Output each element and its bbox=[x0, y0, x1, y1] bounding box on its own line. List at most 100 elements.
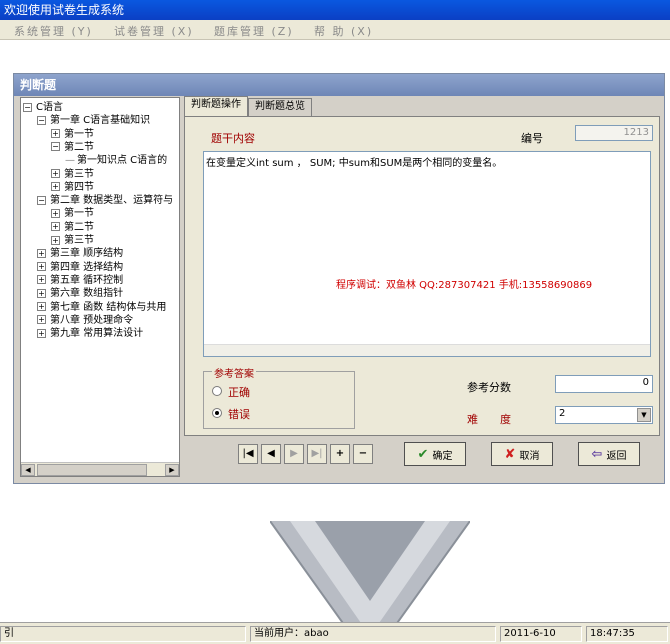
tree-item[interactable]: + 第四节 bbox=[51, 181, 94, 194]
tree-item[interactable]: + 第三章 顺序结构 bbox=[37, 247, 123, 260]
collapse-icon[interactable]: − bbox=[37, 115, 46, 125]
radio-correct[interactable] bbox=[212, 386, 222, 396]
expand-icon[interactable]: + bbox=[37, 275, 46, 285]
expand-icon[interactable]: + bbox=[51, 222, 60, 232]
menu-exam[interactable]: 试卷管理 (X) bbox=[114, 23, 194, 39]
status-date: 2011-6-10 bbox=[500, 626, 582, 642]
tree-item-label: C语言 bbox=[36, 102, 63, 113]
tree-item-label: 第一知识点 C语言的 bbox=[77, 155, 168, 167]
tab-operation[interactable]: 判断题操作 bbox=[184, 96, 248, 117]
tree-item-label: 第九章 常用算法设计 bbox=[50, 328, 144, 340]
tree-item[interactable]: + 第一节 bbox=[51, 207, 94, 220]
tree-item-label: 第七章 函数 结构体与共用 bbox=[50, 301, 167, 313]
question-text-area[interactable]: 在变量定义int sum ， SUM; 中sum和SUM是两个相同的变量名。 程… bbox=[203, 151, 651, 357]
expand-icon[interactable]: + bbox=[51, 182, 60, 192]
tree-item[interactable]: — 第一知识点 C语言的 bbox=[65, 154, 167, 167]
difficulty-label: 难 度 bbox=[467, 413, 511, 426]
tree-item[interactable]: + 第七章 函数 结构体与共用 bbox=[37, 301, 166, 314]
scroll-left-icon[interactable]: ◀ bbox=[21, 464, 35, 476]
tree-item[interactable]: − C语言 bbox=[23, 101, 63, 114]
tree-item-label: 第二节 bbox=[64, 221, 94, 233]
next-record-button[interactable]: ▶ bbox=[284, 444, 304, 464]
tree-item-label: 第二节 bbox=[64, 141, 94, 153]
collapse-icon[interactable]: − bbox=[23, 102, 32, 112]
tree-item[interactable]: + 第二节 bbox=[51, 221, 94, 234]
check-icon: ✔ bbox=[417, 446, 429, 462]
tree-item[interactable]: − 第一章 C语言基础知识 bbox=[37, 114, 150, 127]
expand-icon[interactable]: + bbox=[37, 315, 46, 325]
answer-group-title: 参考答案 bbox=[212, 365, 256, 380]
expand-icon[interactable]: + bbox=[51, 169, 60, 178]
tree-item-label: 第四章 选择结构 bbox=[50, 261, 124, 273]
last-record-button[interactable]: ▶| bbox=[307, 444, 327, 464]
tree-item[interactable]: + 第六章 数组指针 bbox=[37, 287, 123, 300]
status-time: 18:47:35 bbox=[586, 626, 668, 642]
expand-icon[interactable]: + bbox=[37, 262, 46, 272]
tree-item-label: 第六章 数组指针 bbox=[50, 288, 124, 300]
tree-item-label: 第二章 数据类型、运算符与 bbox=[50, 195, 174, 207]
tree-item[interactable]: + 第四章 选择结构 bbox=[37, 261, 123, 274]
tree-item-label: 第三章 顺序结构 bbox=[50, 248, 124, 260]
app-title-bar: 欢迎使用试卷生成系统 bbox=[0, 0, 670, 20]
menu-help[interactable]: 帮 助 (X) bbox=[314, 23, 373, 39]
tree-horizontal-scrollbar[interactable]: ◀ ▶ bbox=[21, 462, 179, 476]
textarea-scrollbar[interactable] bbox=[204, 344, 650, 356]
true-false-dialog: 判断题 − C语言 − 第一章 C语言基础知识 + 第一节 − 第二节 — 第一知识点 C语言的 +… bbox=[13, 73, 665, 484]
status-bar: 引 当前用户：abao 2011-6-10 18:47:35 bbox=[0, 622, 670, 644]
expand-icon[interactable]: + bbox=[51, 208, 60, 218]
cancel-button[interactable]: ✘ 取消 bbox=[491, 442, 553, 466]
menu-question-bank[interactable]: 题库管理 (Z) bbox=[214, 23, 294, 39]
add-record-button[interactable]: + bbox=[330, 444, 350, 464]
collapse-icon[interactable]: − bbox=[37, 195, 46, 205]
record-navigator: |◀ ◀ ▶ ▶| + − bbox=[238, 444, 374, 464]
tab-overview[interactable]: 判断题总览 bbox=[248, 98, 312, 116]
expand-icon[interactable]: + bbox=[37, 302, 46, 311]
chapter-tree[interactable]: − C语言 − 第一章 C语言基础知识 + 第一节 − 第二节 — 第一知识点 C语言的 + 第三节 +… bbox=[20, 97, 180, 477]
tree-item[interactable]: + 第三节 bbox=[51, 168, 94, 181]
stem-label: 题干内容 bbox=[211, 132, 255, 145]
tree-item[interactable]: + 第九章 常用算法设计 bbox=[37, 327, 143, 340]
exit-door-icon: ⇦ bbox=[591, 446, 603, 462]
collapse-icon[interactable]: − bbox=[51, 142, 60, 152]
tree-connector-icon: — bbox=[65, 155, 75, 167]
prev-record-button[interactable]: ◀ bbox=[261, 444, 281, 464]
tree-item[interactable]: + 第三节 bbox=[51, 234, 94, 247]
score-label: 参考分数 bbox=[467, 381, 511, 394]
menu-system[interactable]: 系统管理 (Y) bbox=[14, 23, 93, 39]
tree-item-label: 第五章 循环控制 bbox=[50, 274, 124, 286]
tree-item[interactable]: − 第二节 bbox=[51, 141, 94, 154]
back-button[interactable]: ⇦ 返回 bbox=[578, 442, 640, 466]
status-left: 引 bbox=[0, 626, 246, 642]
tree-item-label: 第八章 预处理命令 bbox=[50, 314, 134, 326]
expand-icon[interactable]: + bbox=[51, 129, 60, 139]
difficulty-select[interactable]: 2 ▼ bbox=[555, 406, 653, 424]
delete-record-button[interactable]: − bbox=[353, 444, 373, 464]
radio-wrong-label[interactable]: 错误 bbox=[228, 406, 250, 422]
expand-icon[interactable]: + bbox=[37, 328, 46, 338]
tree-item[interactable]: − 第二章 数据类型、运算符与 bbox=[37, 194, 173, 207]
number-field[interactable]: 1213 bbox=[575, 125, 653, 141]
menu-bar: 系统管理 (Y) 试卷管理 (X) 题库管理 (Z) 帮 助 (X) bbox=[0, 20, 670, 40]
tree-item-label: 第三节 bbox=[64, 168, 94, 180]
operation-panel: 题干内容 编号 1213 在变量定义int sum ， SUM; 中sum和SU… bbox=[184, 116, 660, 436]
dialog-title: 判断题 bbox=[14, 74, 664, 96]
tree-item-label: 第一节 bbox=[64, 208, 94, 220]
status-user: 当前用户：abao bbox=[250, 626, 496, 642]
radio-correct-label[interactable]: 正确 bbox=[228, 384, 250, 400]
answer-group: 参考答案 正确 错误 bbox=[203, 365, 355, 429]
expand-icon[interactable]: + bbox=[37, 248, 46, 258]
radio-wrong[interactable] bbox=[212, 408, 222, 418]
tree-item[interactable]: + 第八章 预处理命令 bbox=[37, 314, 133, 327]
expand-icon[interactable]: + bbox=[37, 288, 46, 298]
chevron-down-icon[interactable]: ▼ bbox=[637, 408, 651, 422]
ok-button[interactable]: ✔ 确定 bbox=[404, 442, 466, 466]
scroll-thumb[interactable] bbox=[37, 464, 147, 476]
question-text: 在变量定义int sum ， SUM; 中sum和SUM是两个相同的变量名。 bbox=[206, 158, 503, 169]
tree-item-label: 第三节 bbox=[64, 235, 94, 246]
tree-item[interactable]: + 第一节 bbox=[51, 128, 94, 141]
expand-icon[interactable]: + bbox=[51, 235, 60, 245]
scroll-right-icon[interactable]: ▶ bbox=[165, 464, 179, 476]
tree-item[interactable]: + 第五章 循环控制 bbox=[37, 274, 123, 287]
first-record-button[interactable]: |◀ bbox=[238, 444, 258, 464]
score-field[interactable]: 0 bbox=[555, 375, 653, 393]
